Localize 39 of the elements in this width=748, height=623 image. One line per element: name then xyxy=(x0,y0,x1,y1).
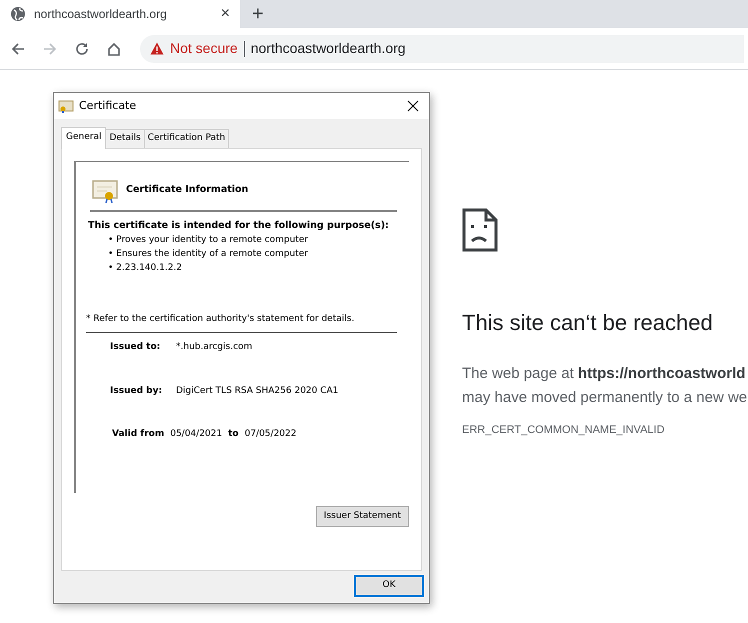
certificate-icon xyxy=(92,178,118,204)
info-heading: Certificate Information xyxy=(126,183,248,198)
certificate-icon xyxy=(58,99,74,113)
security-label: Not secure xyxy=(170,39,238,58)
tab-close-button[interactable]: × xyxy=(220,6,230,22)
close-icon[interactable] xyxy=(407,100,419,112)
field-label: Valid from xyxy=(112,428,164,442)
tab-title: northcoastworldearth.org xyxy=(34,6,167,23)
sad-page-icon xyxy=(462,208,498,252)
home-icon[interactable] xyxy=(106,40,122,56)
warning-icon xyxy=(150,42,164,55)
globe-icon xyxy=(10,6,26,22)
field-label: Issued to: xyxy=(110,341,162,354)
address-bar[interactable]: Not secure northcoastworldearth.org xyxy=(140,34,744,62)
field-value: *.hub.arcgis.com xyxy=(176,341,252,354)
field-value: 05/04/2021 xyxy=(170,428,222,442)
browser-tab[interactable]: northcoastworldearth.org × xyxy=(0,0,240,28)
error-description-line: may have moved permanently to a new we xyxy=(462,388,748,408)
ok-button[interactable]: OK xyxy=(354,575,424,597)
back-icon[interactable] xyxy=(10,40,26,56)
issuer-statement-button[interactable]: Issuer Statement xyxy=(316,506,409,527)
field-value: 07/05/2022 xyxy=(244,428,296,442)
error-description-line: The web page at https://northcoastworld xyxy=(462,364,746,384)
reload-icon[interactable] xyxy=(74,40,90,56)
error-heading: This site can‘t be reached xyxy=(462,310,714,336)
purpose-item: • Proves your identity to a remote computer xyxy=(108,234,310,247)
purpose-title: This certificate is intended for the following purpose(s): xyxy=(88,218,390,232)
statement-note: * Refer to the certification authority's statement for details. xyxy=(86,312,397,334)
error-code: ERR_CERT_COMMON_NAME_INVALID xyxy=(462,423,666,438)
dialog-title: Certificate xyxy=(79,98,136,114)
field-label: Issued by: xyxy=(110,384,164,398)
purpose-item: • Ensures the identity of a remote computer xyxy=(108,248,309,261)
dialog-tab[interactable]: Certification Path xyxy=(144,129,230,148)
url-text: northcoastworldearth.org xyxy=(250,39,406,58)
field-label: to xyxy=(228,428,239,442)
dialog-tab[interactable]: General xyxy=(61,127,106,148)
field-value: DigiCert TLS RSA SHA256 2020 CA1 xyxy=(176,384,338,398)
new-tab-button[interactable]: + xyxy=(240,4,276,24)
purpose-item: • 2.23.140.1.2.2 xyxy=(108,262,184,275)
